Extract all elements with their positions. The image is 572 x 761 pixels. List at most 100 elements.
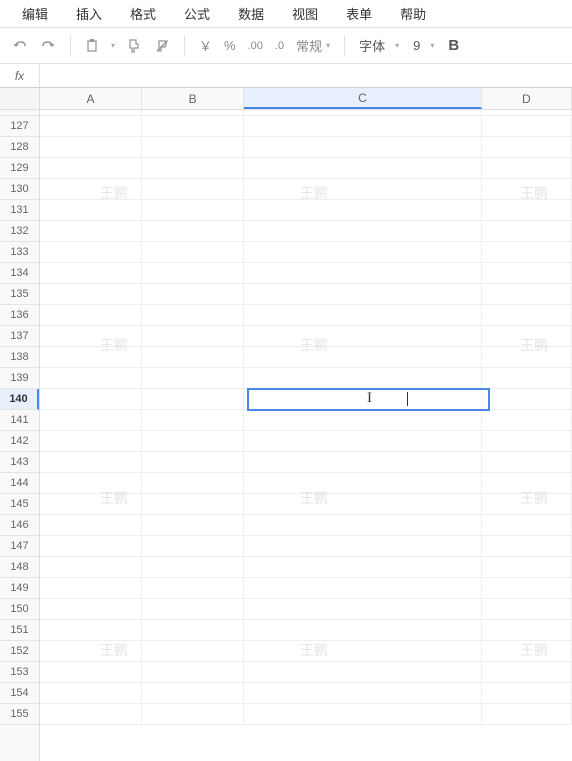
cell[interactable] xyxy=(40,494,142,515)
currency-format-button[interactable]: ￥ xyxy=(193,36,218,55)
column-header-c[interactable]: C xyxy=(244,88,482,109)
clear-format-icon[interactable] xyxy=(149,33,175,59)
cell[interactable] xyxy=(142,137,244,158)
menu-data[interactable]: 数据 xyxy=(224,0,278,27)
undo-icon[interactable] xyxy=(7,33,33,59)
row-header-131[interactable]: 131 xyxy=(0,200,39,221)
cell[interactable] xyxy=(482,662,572,683)
row-header-150[interactable]: 150 xyxy=(0,599,39,620)
cell[interactable] xyxy=(142,599,244,620)
cell[interactable] xyxy=(244,368,482,389)
cell[interactable] xyxy=(142,431,244,452)
cell[interactable] xyxy=(244,473,482,494)
cell[interactable] xyxy=(142,641,244,662)
cell[interactable] xyxy=(244,704,482,725)
cell[interactable] xyxy=(40,683,142,704)
cell[interactable] xyxy=(142,326,244,347)
cell[interactable] xyxy=(244,578,482,599)
cell[interactable] xyxy=(40,662,142,683)
cell[interactable] xyxy=(482,452,572,473)
cell[interactable] xyxy=(482,137,572,158)
row-header-154[interactable]: 154 xyxy=(0,683,39,704)
cell[interactable] xyxy=(40,116,142,137)
cell[interactable] xyxy=(244,683,482,704)
cell[interactable] xyxy=(142,368,244,389)
cell[interactable] xyxy=(40,242,142,263)
number-format-dropdown[interactable]: 常规▾ xyxy=(290,36,336,55)
cell[interactable] xyxy=(482,221,572,242)
cell[interactable] xyxy=(244,242,482,263)
cell[interactable] xyxy=(244,452,482,473)
cell[interactable] xyxy=(142,263,244,284)
spreadsheet-grid[interactable]: ABCD 12712812913013113213313413513613713… xyxy=(0,88,572,761)
row-header-135[interactable]: 135 xyxy=(0,284,39,305)
cell[interactable] xyxy=(142,200,244,221)
chevron-down-icon[interactable]: ▾ xyxy=(430,41,434,50)
row-header-141[interactable]: 141 xyxy=(0,410,39,431)
row-header-139[interactable]: 139 xyxy=(0,368,39,389)
cell[interactable] xyxy=(40,515,142,536)
row-header-142[interactable]: 142 xyxy=(0,431,39,452)
cell[interactable] xyxy=(40,599,142,620)
cell[interactable] xyxy=(244,284,482,305)
cells-area[interactable] xyxy=(40,110,572,761)
bold-button[interactable]: B xyxy=(442,37,465,54)
row-header-149[interactable]: 149 xyxy=(0,578,39,599)
cell[interactable] xyxy=(482,431,572,452)
cell[interactable] xyxy=(482,368,572,389)
cell[interactable] xyxy=(482,389,572,410)
cell[interactable] xyxy=(40,347,142,368)
cell[interactable] xyxy=(244,662,482,683)
cell[interactable] xyxy=(40,641,142,662)
cell[interactable] xyxy=(244,599,482,620)
cell[interactable] xyxy=(482,200,572,221)
cell[interactable] xyxy=(40,389,142,410)
cell[interactable] xyxy=(40,305,142,326)
cell[interactable] xyxy=(142,158,244,179)
cell[interactable] xyxy=(482,347,572,368)
chevron-down-icon[interactable]: ▾ xyxy=(111,41,115,50)
cell[interactable] xyxy=(40,410,142,431)
cell[interactable] xyxy=(142,221,244,242)
cell[interactable] xyxy=(40,368,142,389)
cell[interactable] xyxy=(244,641,482,662)
row-header-153[interactable]: 153 xyxy=(0,662,39,683)
cell[interactable] xyxy=(244,137,482,158)
row-header-134[interactable]: 134 xyxy=(0,263,39,284)
menu-edit[interactable]: 编辑 xyxy=(8,0,62,27)
cell[interactable] xyxy=(244,305,482,326)
menu-help[interactable]: 帮助 xyxy=(386,0,440,27)
cell[interactable] xyxy=(482,683,572,704)
cell[interactable] xyxy=(142,284,244,305)
column-header-a[interactable]: A xyxy=(40,88,142,109)
cell[interactable] xyxy=(40,704,142,725)
cell[interactable] xyxy=(142,347,244,368)
row-header-155[interactable]: 155 xyxy=(0,704,39,725)
column-header-d[interactable]: D xyxy=(482,88,572,109)
cell[interactable] xyxy=(142,494,244,515)
cell[interactable] xyxy=(244,179,482,200)
cell[interactable] xyxy=(244,494,482,515)
cell[interactable] xyxy=(482,242,572,263)
cell[interactable] xyxy=(142,515,244,536)
cell[interactable] xyxy=(40,620,142,641)
cell[interactable] xyxy=(142,620,244,641)
cell[interactable] xyxy=(142,704,244,725)
formula-input[interactable] xyxy=(40,64,572,87)
row-header-143[interactable]: 143 xyxy=(0,452,39,473)
row-header-133[interactable]: 133 xyxy=(0,242,39,263)
cell[interactable] xyxy=(482,557,572,578)
cell[interactable] xyxy=(244,536,482,557)
cell[interactable] xyxy=(482,704,572,725)
cell[interactable] xyxy=(482,536,572,557)
cell[interactable] xyxy=(482,494,572,515)
cell[interactable] xyxy=(142,452,244,473)
cell[interactable] xyxy=(142,305,244,326)
cell[interactable] xyxy=(142,683,244,704)
cell[interactable] xyxy=(40,557,142,578)
format-painter-icon[interactable] xyxy=(121,33,147,59)
cell[interactable] xyxy=(142,662,244,683)
cell[interactable] xyxy=(40,326,142,347)
cell[interactable] xyxy=(142,179,244,200)
cell[interactable] xyxy=(482,599,572,620)
